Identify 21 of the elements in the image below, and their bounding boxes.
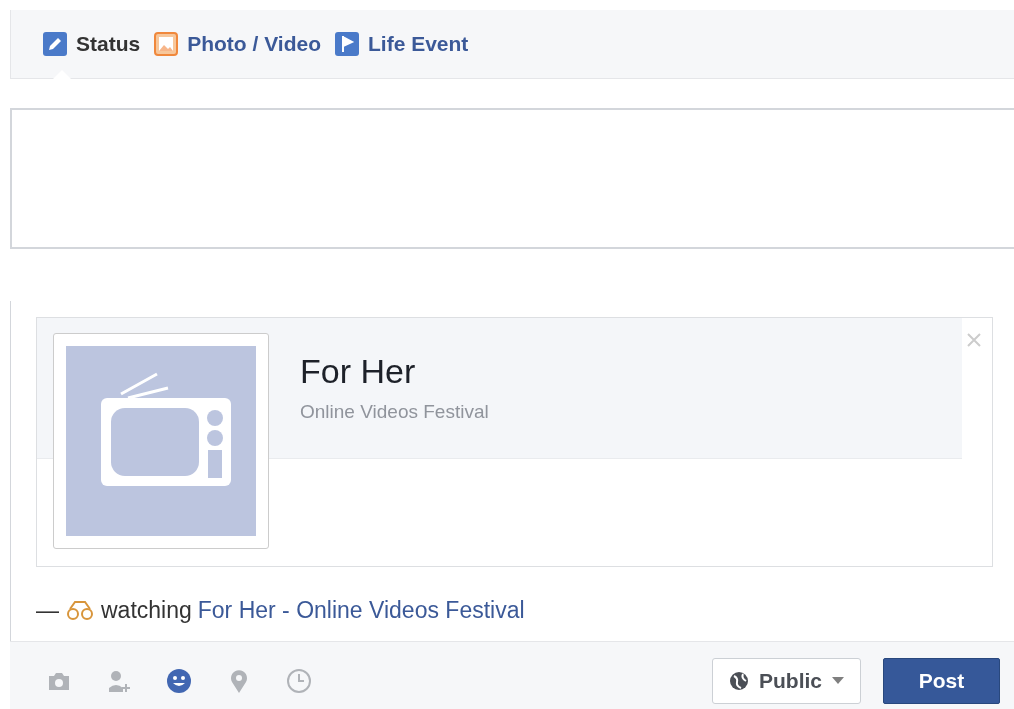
photo-icon [154, 32, 179, 56]
composer-tab[interactable]: Photo / Video [154, 10, 321, 78]
television-icon [66, 346, 256, 536]
composer-tab[interactable]: Life Event [335, 10, 469, 78]
smiley-icon[interactable] [166, 667, 192, 694]
globe-icon [729, 670, 749, 691]
activity-link[interactable]: For Her - Online Videos Festival [197, 596, 525, 624]
activity-verb: watching [101, 596, 192, 624]
status-input-field[interactable] [10, 108, 1014, 249]
dash: — [36, 596, 59, 624]
glasses-icon [65, 599, 95, 621]
caret-icon [832, 676, 844, 685]
close-icon[interactable] [966, 332, 982, 348]
flag-icon [335, 32, 359, 56]
clock-icon[interactable] [286, 667, 312, 694]
privacy-dropdown[interactable]: Public [712, 657, 861, 704]
attachment-subtitle: Online Videos Festival [300, 401, 489, 423]
post-button[interactable]: Post [883, 657, 1000, 704]
attachment-title: For Her [300, 352, 416, 391]
composer-tab[interactable]: Status [43, 10, 141, 78]
pencil-icon [43, 32, 67, 56]
